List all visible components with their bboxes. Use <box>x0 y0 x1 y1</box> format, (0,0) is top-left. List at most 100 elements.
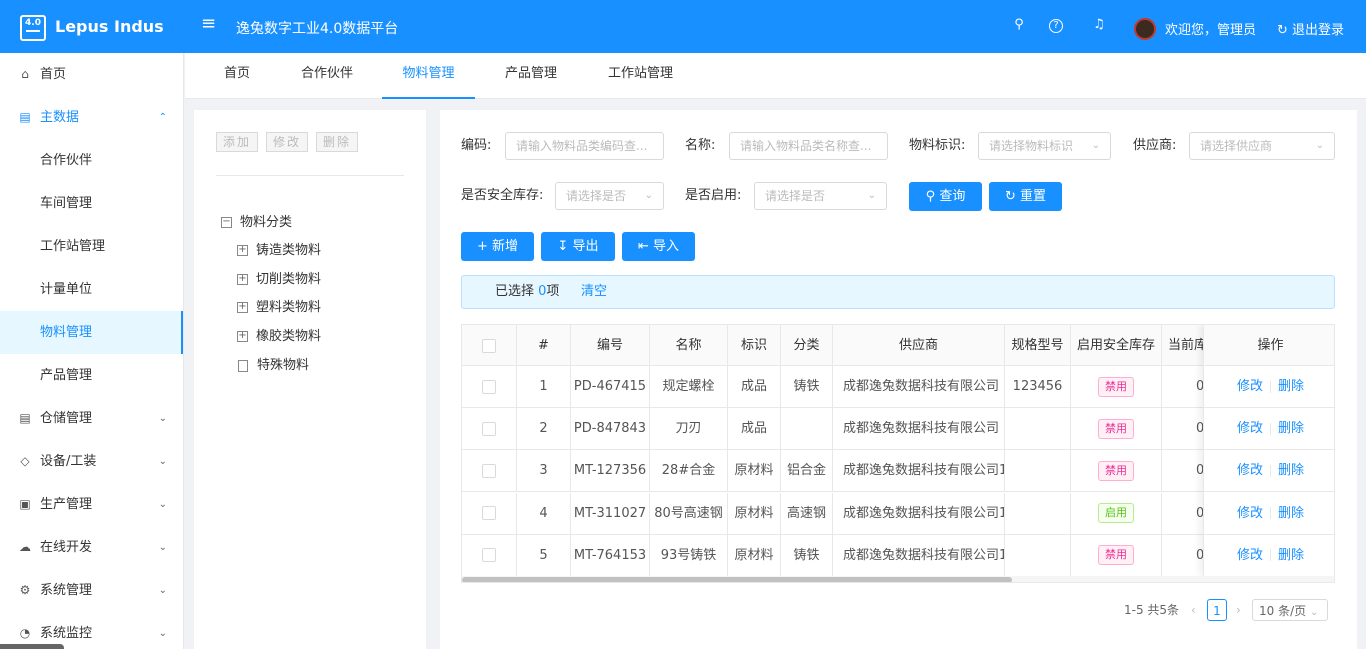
sidebar-item-workshop[interactable]: 车间管理 <box>0 182 183 225</box>
sidebar-item-product[interactable]: 产品管理 <box>0 354 183 397</box>
column-header: 编号 <box>571 325 650 366</box>
row-actions: 修改 删除 <box>1204 408 1334 451</box>
tree-root[interactable]: − 物料分类 <box>221 213 292 233</box>
material-table: # 编号 名称 标识 分类 供应商 规格型号 启用安全库存 当前库存 1 PD-4… <box>461 324 1335 583</box>
app-name: Lepus Indus <box>55 17 164 36</box>
delete-link[interactable]: 删除 <box>1278 421 1304 436</box>
row-select-cell[interactable] <box>462 492 517 535</box>
tree-node[interactable]: + 橡胶类物料 <box>237 327 321 347</box>
row-checkbox[interactable] <box>482 421 496 436</box>
row-select-cell[interactable] <box>462 450 517 493</box>
table-cell: 原材料 <box>728 534 781 577</box>
select-all-checkbox[interactable] <box>482 338 496 353</box>
tab-product[interactable]: 产品管理 <box>505 53 557 99</box>
welcome-text[interactable]: 欢迎您，管理员 <box>1165 19 1256 38</box>
menu-fold-icon[interactable]: ≡ <box>201 14 216 34</box>
next-page-icon[interactable]: › <box>1236 599 1241 621</box>
tab-bar: 首页 合作伙伴 物料管理 产品管理 工作站管理 <box>185 53 1366 99</box>
table-cell <box>1005 408 1071 451</box>
chevron-down-icon: ⌄ <box>644 190 653 201</box>
safety-label: 是否安全库存: <box>461 188 544 203</box>
sidebar-item-equipment[interactable]: ◇ 设备/工装 ⌄ <box>0 440 183 483</box>
avatar[interactable] <box>1134 18 1156 40</box>
chevron-up-icon: ⌃ <box>158 112 167 123</box>
sidebar-item-partners[interactable]: 合作伙伴 <box>0 139 183 182</box>
page-1-button[interactable]: 1 <box>1207 599 1227 621</box>
delete-link[interactable]: 删除 <box>1278 548 1304 563</box>
bell-icon[interactable]: ♫ <box>1090 16 1108 34</box>
row-checkbox[interactable] <box>482 379 496 394</box>
delete-link[interactable]: 删除 <box>1278 463 1304 478</box>
table-cell <box>1005 492 1071 535</box>
column-header: 启用安全库存 <box>1071 325 1162 366</box>
help-icon[interactable]: ? <box>1049 19 1063 33</box>
edit-link[interactable]: 修改 <box>1237 463 1263 478</box>
tree-edit-button[interactable]: 修改 <box>266 132 308 152</box>
row-select-cell[interactable] <box>462 408 517 451</box>
logout-button[interactable]: ↻ 退出登录 <box>1277 19 1344 38</box>
name-input[interactable]: 请输入物料品类名称查... <box>729 132 888 160</box>
row-checkbox[interactable] <box>482 506 496 521</box>
file-icon <box>238 359 248 372</box>
row-select-cell[interactable] <box>462 366 517 408</box>
export-button[interactable]: ↧ 导出 <box>541 232 615 261</box>
expand-icon[interactable]: + <box>237 331 248 342</box>
scrollbar-thumb[interactable] <box>462 577 1012 582</box>
expand-icon[interactable]: + <box>237 245 248 256</box>
select-all-cell[interactable] <box>462 325 517 366</box>
query-button[interactable]: ⚲ 查询 <box>909 182 982 211</box>
table-horizontal-scrollbar[interactable] <box>462 576 1334 582</box>
sidebar-item-home[interactable]: ⌂ 首页 <box>0 53 183 96</box>
edit-link[interactable]: 修改 <box>1237 421 1263 436</box>
tab-home[interactable]: 首页 <box>224 53 250 99</box>
page-size-select[interactable]: 10 条/页 ⌄ <box>1252 599 1328 621</box>
cloud-icon: ☁ <box>19 540 31 554</box>
system-title: 逸兔数字工业4.0数据平台 <box>236 21 399 37</box>
sidebar-item-workstation[interactable]: 工作站管理 <box>0 225 183 268</box>
tree-node[interactable]: + 塑料类物料 <box>237 298 321 318</box>
tab-workstation[interactable]: 工作站管理 <box>608 53 673 99</box>
edit-link[interactable]: 修改 <box>1237 379 1263 394</box>
edit-link[interactable]: 修改 <box>1237 548 1263 563</box>
import-button[interactable]: ⇤ 导入 <box>622 232 695 261</box>
tree-node[interactable]: + 铸造类物料 <box>237 241 321 261</box>
sidebar-item-warehouse[interactable]: ▤ 仓储管理 ⌄ <box>0 397 183 440</box>
tree-add-button[interactable]: 添加 <box>216 132 258 152</box>
prev-page-icon[interactable]: ‹ <box>1191 599 1196 621</box>
delete-link[interactable]: 删除 <box>1278 379 1304 394</box>
code-input[interactable]: 请输入物料品类编码查... <box>505 132 664 160</box>
table-cell: PD-847843 <box>571 408 650 451</box>
enabled-select[interactable]: 请选择是否 ⌄ <box>754 182 887 210</box>
sidebar-item-material[interactable]: 物料管理 <box>0 311 183 354</box>
sidebar-item-master-data[interactable]: ▤ 主数据 ⌃ <box>0 96 183 139</box>
tree-node[interactable]: 特殊物料 <box>237 356 309 376</box>
edit-link[interactable]: 修改 <box>1237 506 1263 521</box>
expand-icon[interactable]: + <box>237 274 248 285</box>
row-checkbox[interactable] <box>482 548 496 563</box>
safety-select[interactable]: 请选择是否 ⌄ <box>555 182 664 210</box>
table-cell: 成都逸兔数据科技有限公司1 <box>833 492 1005 535</box>
reset-button[interactable]: ↻ 重置 <box>989 182 1062 211</box>
tree-node[interactable]: + 切削类物料 <box>237 270 321 290</box>
clear-selection-link[interactable]: 清空 <box>581 276 607 308</box>
sidebar-item-production[interactable]: ▣ 生产管理 ⌄ <box>0 483 183 526</box>
sidebar-item-unit[interactable]: 计量单位 <box>0 268 183 311</box>
tab-partners[interactable]: 合作伙伴 <box>301 53 353 99</box>
row-checkbox[interactable] <box>482 463 496 478</box>
search-icon[interactable]: ⚲ <box>1010 16 1028 34</box>
row-select-cell[interactable] <box>462 534 517 577</box>
sidebar-item-online-dev[interactable]: ☁ 在线开发 ⌄ <box>0 526 183 569</box>
supplier-select[interactable]: 请选择供应商 ⌄ <box>1189 132 1335 160</box>
add-button[interactable]: + 新增 <box>461 232 534 261</box>
tree-delete-button[interactable]: 删除 <box>316 132 358 152</box>
page-scrollbar[interactable] <box>1357 99 1366 649</box>
status-badge: 禁用 <box>1098 376 1134 397</box>
tab-material[interactable]: 物料管理 <box>382 53 475 99</box>
status-badge: 禁用 <box>1098 545 1134 566</box>
delete-link[interactable]: 删除 <box>1278 506 1304 521</box>
collapse-icon[interactable]: − <box>221 217 232 228</box>
sidebar-item-system[interactable]: ⚙ 系统管理 ⌄ <box>0 569 183 612</box>
expand-icon[interactable]: + <box>237 302 248 313</box>
table-cell: 1 <box>517 366 571 408</box>
mark-select[interactable]: 请选择物料标识 ⌄ <box>978 132 1111 160</box>
